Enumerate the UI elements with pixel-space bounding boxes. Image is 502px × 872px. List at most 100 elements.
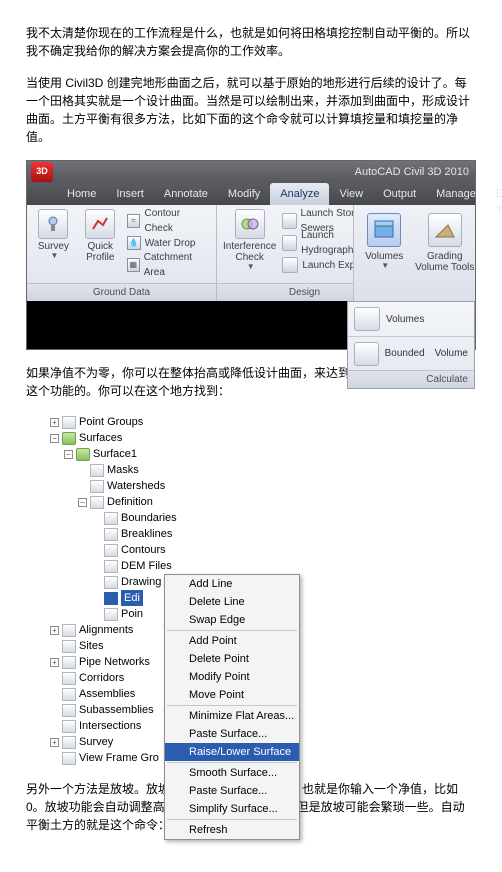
- catchment-icon: ▦: [127, 258, 140, 272]
- menu-add-point[interactable]: Add Point: [165, 632, 299, 650]
- tree-surfaces[interactable]: − Surfaces: [48, 430, 328, 446]
- dem-icon: [104, 560, 118, 573]
- grading-volume-tools-button[interactable]: Grading Volume Tools: [415, 205, 476, 301]
- collapse-icon[interactable]: −: [78, 498, 87, 507]
- launch-icon: [282, 213, 296, 229]
- tree-point-groups[interactable]: + Point Groups: [48, 414, 328, 430]
- survey-button[interactable]: Survey ▼: [33, 209, 74, 283]
- pipe-icon: [62, 656, 76, 669]
- tree-demfiles[interactable]: DEM Files: [48, 558, 328, 574]
- menu-modify-point[interactable]: Modify Point: [165, 668, 299, 686]
- tree-watersheds[interactable]: Watersheds: [48, 478, 328, 494]
- tab-output[interactable]: Output: [373, 183, 426, 205]
- menu-swap-edge[interactable]: Swap Edge: [165, 611, 299, 629]
- tree-masks[interactable]: Masks: [48, 462, 328, 478]
- panel1-footer: Ground Data: [27, 283, 216, 301]
- launch-icon: [282, 235, 297, 251]
- edits-icon: [104, 592, 118, 605]
- tab-modify[interactable]: Modify: [218, 183, 270, 205]
- menu-refresh[interactable]: Refresh: [165, 821, 299, 839]
- menu-add-line[interactable]: Add Line: [165, 575, 299, 593]
- corridors-icon: [62, 672, 76, 685]
- survey-icon: [38, 209, 68, 239]
- tab-analyze[interactable]: Analyze: [270, 183, 329, 205]
- contour-check-label: Contour Check: [144, 206, 210, 236]
- collapse-icon[interactable]: −: [64, 450, 73, 459]
- intersections-icon: [62, 720, 76, 733]
- tree-label: Assemblies: [79, 686, 135, 703]
- context-menu: Add Line Delete Line Swap Edge Add Point…: [164, 574, 300, 840]
- volumes-icon: [354, 307, 380, 331]
- menu-simplify-surface[interactable]: Simplify Surface...: [165, 800, 299, 818]
- menu-delete-line[interactable]: Delete Line: [165, 593, 299, 611]
- chevron-down-icon: ▼: [247, 263, 255, 272]
- tab-insert[interactable]: Insert: [106, 183, 154, 205]
- menu-separator: [167, 705, 297, 706]
- panel-ground-data: Survey ▼ Quick Profile ≈ Contour Check �: [27, 205, 217, 301]
- tab-view[interactable]: View: [329, 183, 373, 205]
- sites-icon: [62, 640, 76, 653]
- tree-boundaries[interactable]: Boundaries: [48, 510, 328, 526]
- collapse-icon[interactable]: −: [50, 434, 59, 443]
- menu-delete-point[interactable]: Delete Point: [165, 650, 299, 668]
- menu-separator: [167, 630, 297, 631]
- app-title: AutoCAD Civil 3D 2010: [355, 164, 469, 181]
- menu-move-point[interactable]: Move Point: [165, 686, 299, 704]
- definition-icon: [90, 496, 104, 509]
- quick-profile-button[interactable]: Quick Profile: [80, 209, 121, 283]
- chevron-down-icon: ▼: [381, 262, 389, 271]
- breaklines-icon: [104, 528, 118, 541]
- tree-label: Pipe Networks: [79, 654, 150, 671]
- menu-separator: [167, 762, 297, 763]
- dropdown-bounded-volume[interactable]: Bounded Volume: [348, 336, 474, 370]
- tree-label: Subassemblies: [79, 702, 154, 719]
- menu-minimize-flat[interactable]: Minimize Flat Areas...: [165, 707, 299, 725]
- contours-icon: [104, 544, 118, 557]
- tab-annotate[interactable]: Annotate: [154, 183, 218, 205]
- expand-icon[interactable]: +: [50, 738, 59, 747]
- volumes-button[interactable]: Volumes ▼: [354, 205, 415, 301]
- tab-home[interactable]: Home: [57, 183, 106, 205]
- ribbon-tabs: Home Insert Annotate Modify Analyze View…: [27, 183, 475, 205]
- tree-label: Breaklines: [121, 526, 172, 543]
- tree-surface1[interactable]: −Surface1: [48, 446, 328, 462]
- water-drop-label: Water Drop: [145, 236, 196, 251]
- bounded-label: Bounded: [385, 346, 425, 361]
- expand-icon[interactable]: +: [50, 658, 59, 667]
- expand-icon[interactable]: +: [50, 418, 59, 427]
- masks-icon: [90, 464, 104, 477]
- tree-definition[interactable]: − Definition: [48, 494, 328, 510]
- tree-label: Edi: [121, 590, 143, 607]
- tree-label: Alignments: [79, 622, 133, 639]
- tree-label: Contours: [121, 542, 166, 559]
- catchment-area-button[interactable]: ▦ Catchment Area: [127, 255, 210, 275]
- tab-manage[interactable]: Manage: [426, 183, 486, 205]
- paragraph-1: 我不太清楚你现在的工作流程是什么，也就是如何将田格填挖控制自动平衡的。所以我不确…: [26, 24, 476, 60]
- tree-label: Sites: [79, 638, 103, 655]
- menu-paste-surface-2[interactable]: Paste Surface...: [165, 782, 299, 800]
- alignments-icon: [62, 624, 76, 637]
- menu-paste-surface[interactable]: Paste Surface...: [165, 725, 299, 743]
- contour-check-button[interactable]: ≈ Contour Check: [127, 211, 210, 231]
- surface-icon: [62, 432, 76, 445]
- tab-express[interactable]: Express Tools: [486, 183, 502, 205]
- water-drop-icon: 💧: [127, 236, 141, 250]
- interference-check-button[interactable]: Interference Check ▼: [223, 209, 276, 283]
- dropdown-volumes[interactable]: Volumes: [348, 302, 474, 336]
- menu-raise-lower-surface[interactable]: Raise/Lower Surface: [165, 743, 299, 761]
- tree-contours[interactable]: Contours: [48, 542, 328, 558]
- quick-profile-label: Quick Profile: [80, 241, 121, 263]
- tree-label: Definition: [107, 494, 153, 511]
- interference-icon: [235, 209, 265, 239]
- expand-icon[interactable]: +: [50, 626, 59, 635]
- title-bar: 3D AutoCAD Civil 3D 2010: [27, 161, 475, 183]
- app-logo-icon: 3D: [31, 162, 53, 182]
- tree-label: Point Groups: [79, 414, 143, 431]
- tree-label: Surfaces: [79, 430, 122, 447]
- ribbon-panels: Survey ▼ Quick Profile ≈ Contour Check �: [27, 205, 475, 301]
- menu-smooth-surface[interactable]: Smooth Surface...: [165, 764, 299, 782]
- tree-breaklines[interactable]: Breaklines: [48, 526, 328, 542]
- grading-label: Grading Volume Tools: [415, 251, 476, 273]
- spacer-icon: [78, 466, 87, 475]
- tree-label: Survey: [79, 734, 113, 751]
